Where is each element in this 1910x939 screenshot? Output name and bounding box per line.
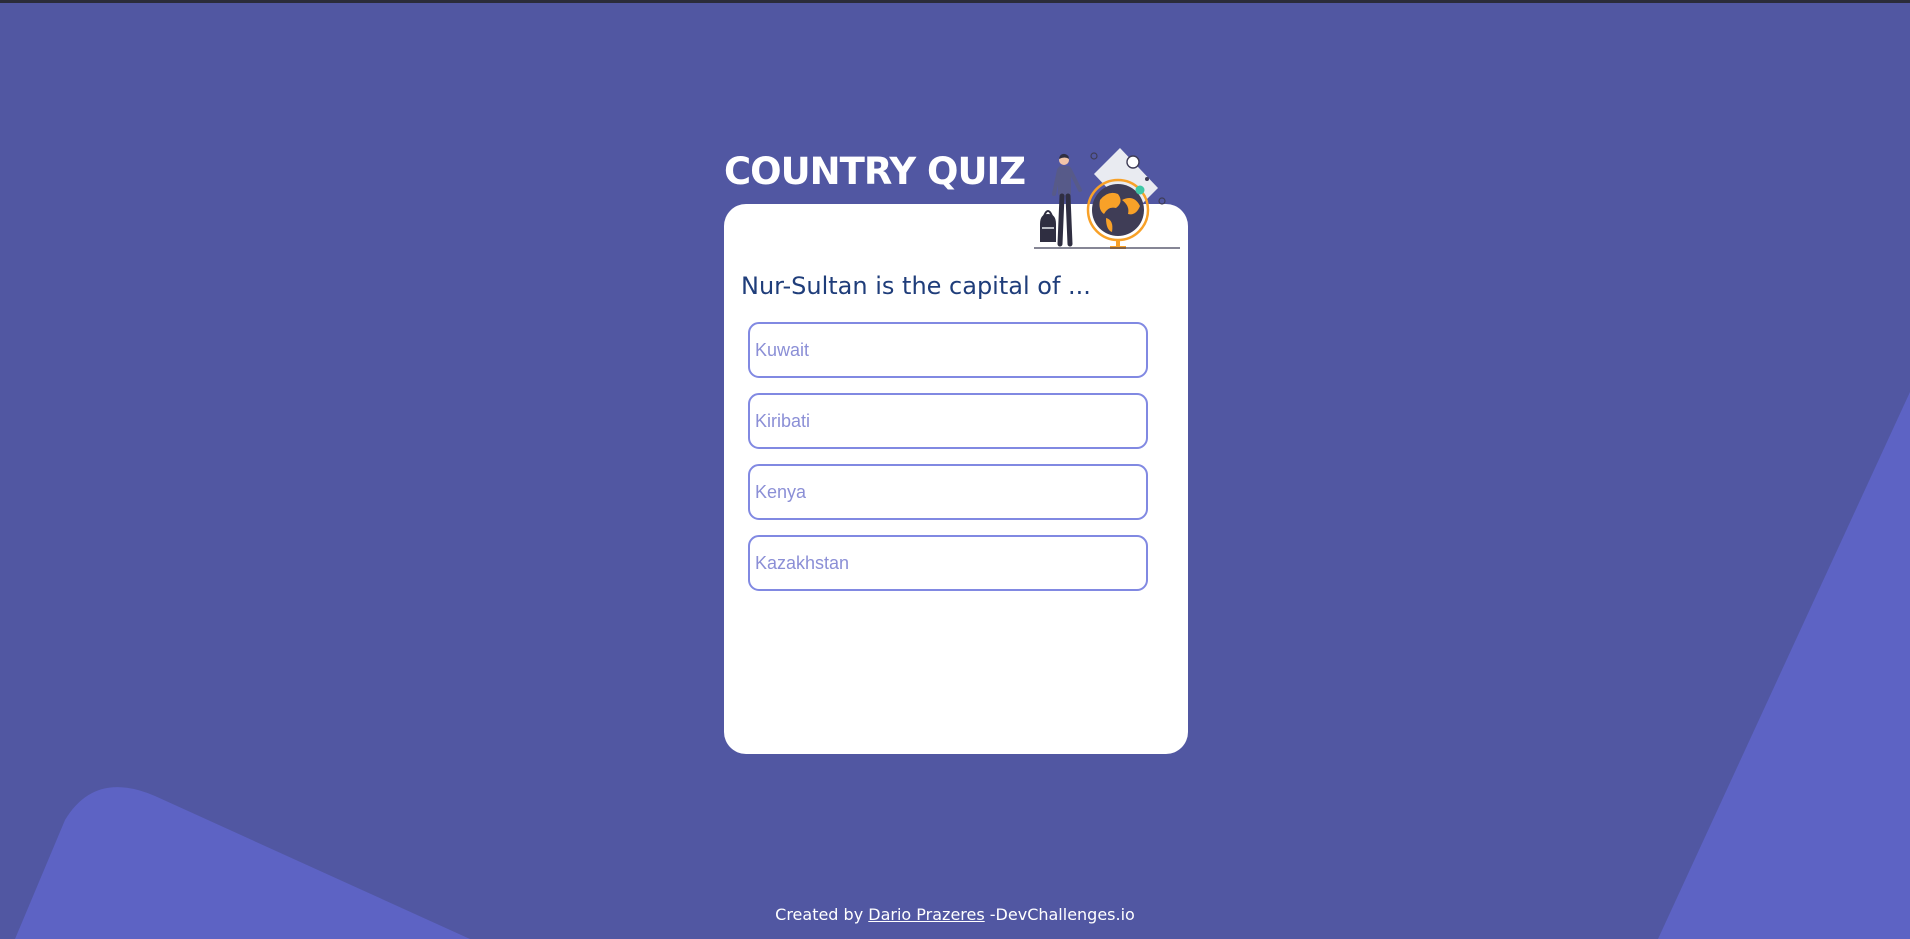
question-text: Nur-Sultan is the capital of ... bbox=[741, 272, 1091, 300]
answer-option-kiribati[interactable]: Kiribati bbox=[748, 393, 1148, 449]
right-slant-shape bbox=[1658, 392, 1910, 939]
answer-options: Kuwait Kiribati Kenya Kazakhstan bbox=[748, 322, 1148, 606]
answer-option-label: Kazakhstan bbox=[755, 552, 850, 573]
dot-shape bbox=[1145, 177, 1149, 181]
answer-option-kazakhstan[interactable]: Kazakhstan bbox=[748, 535, 1148, 591]
footer-prefix: Created by bbox=[775, 905, 864, 924]
traveler-globe-illustration bbox=[1034, 148, 1180, 249]
quiz-card: Nur-Sultan is the capital of ... Kuwait … bbox=[724, 204, 1188, 754]
dot-shape bbox=[1090, 152, 1098, 160]
answer-option-label: Kenya bbox=[755, 481, 807, 502]
quiz-title: COUNTRY QUIZ bbox=[724, 150, 1026, 193]
answer-option-kuwait[interactable]: Kuwait bbox=[748, 322, 1148, 378]
answer-option-label: Kiribati bbox=[755, 410, 811, 431]
magnifier-shape bbox=[1126, 155, 1140, 169]
person-arm-shape bbox=[1068, 168, 1082, 192]
author-link[interactable]: Dario Prazeres bbox=[868, 905, 984, 924]
person-leg-shape bbox=[1065, 193, 1073, 247]
location-pin-shape bbox=[1135, 185, 1145, 195]
footer-suffix: -DevChallenges.io bbox=[989, 905, 1135, 924]
answer-option-label: Kuwait bbox=[755, 339, 810, 360]
dot-shape bbox=[1158, 197, 1166, 205]
footer-credit: Created by Dario Prazeres -DevChallenges… bbox=[0, 905, 1910, 924]
person-leg-shape bbox=[1057, 193, 1065, 247]
answer-option-kenya[interactable]: Kenya bbox=[748, 464, 1148, 520]
